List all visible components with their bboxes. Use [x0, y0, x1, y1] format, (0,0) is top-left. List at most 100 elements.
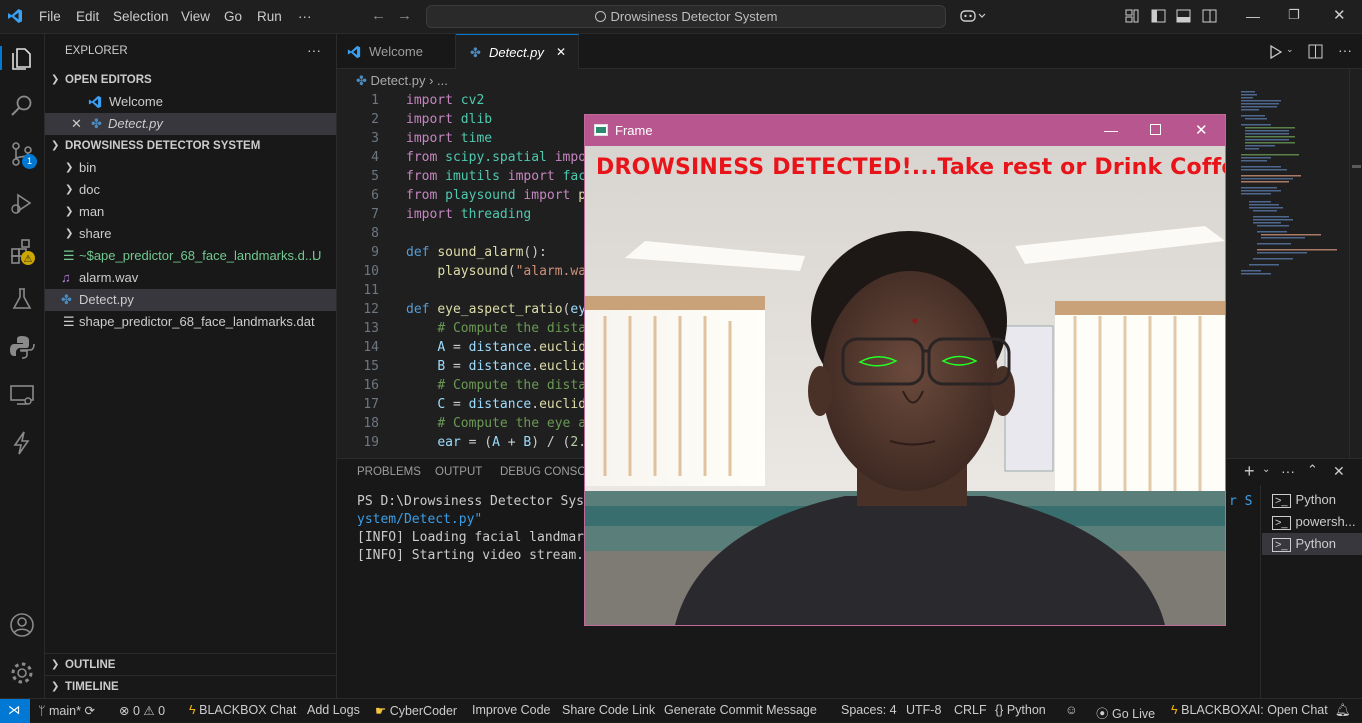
file-detect-py[interactable]: ✤ Detect.py	[45, 289, 336, 311]
layout-controls-icon[interactable]	[1125, 9, 1235, 24]
menu-view[interactable]: View	[181, 9, 210, 24]
encoding-indicator[interactable]: UTF-8	[906, 703, 941, 717]
scrollbar-marker	[1352, 165, 1361, 168]
open-editor-detect[interactable]: ✕ ✤ Detect.py	[45, 113, 336, 135]
tab-close-icon[interactable]: ✕	[556, 35, 566, 70]
frame-minimize-icon[interactable]: —	[1104, 115, 1118, 146]
folder-doc[interactable]: ❯ doc	[45, 179, 336, 201]
frame-title-bar[interactable]: Frame — ✕	[585, 115, 1225, 146]
breadcrumb-file[interactable]: Detect.py	[371, 73, 426, 88]
remote-explorer-icon[interactable]	[8, 381, 36, 409]
blackbox-chat-button[interactable]: ϟ BLACKBOX Chat	[189, 703, 296, 717]
terminal-instance-python-active[interactable]: >_ Python	[1262, 533, 1362, 555]
menu-run[interactable]: Run	[257, 9, 282, 24]
menu-selection[interactable]: Selection	[113, 9, 169, 24]
blackbox-bolt-icon[interactable]	[8, 429, 36, 457]
terminal-line: [INFO] Loading facial landmark pr	[357, 530, 616, 545]
chevron-down-icon[interactable]: ⌄	[1286, 44, 1294, 55]
file-shape-predictor[interactable]: ☰ shape_predictor_68_face_landmarks.dat	[45, 311, 336, 333]
minimize-icon[interactable]: —	[1246, 8, 1260, 24]
folder-share[interactable]: ❯ share	[45, 223, 336, 245]
blackboxai-open-chat-button[interactable]: ϟ BLACKBOXAI: Open Chat	[1171, 703, 1328, 717]
menu-more[interactable]: ···	[298, 9, 312, 24]
open-editor-label: Detect.py	[108, 116, 163, 131]
error-icon: ⊗	[119, 704, 130, 718]
tab-welcome[interactable]: Welcome	[337, 34, 456, 69]
tab-output[interactable]: OUTPUT	[435, 466, 482, 478]
eol-indicator[interactable]: CRLF	[954, 703, 987, 717]
code-line: from imutils import face	[406, 169, 594, 184]
frame-title: Frame	[615, 123, 653, 138]
menu-file[interactable]: File	[39, 9, 61, 24]
go-live-button[interactable]: ⦿ Go Live	[1096, 703, 1155, 722]
project-header[interactable]: ❯ DROWSINESS DETECTOR SYSTEM	[45, 135, 336, 157]
run-debug-icon[interactable]	[8, 189, 36, 217]
minimap[interactable]	[1237, 89, 1347, 299]
folder-bin[interactable]: ❯ bin	[45, 157, 336, 179]
restore-icon[interactable]: ❐	[1288, 7, 1300, 23]
testing-flask-icon[interactable]	[8, 285, 36, 313]
terminal-line: ystem/Detect.py"	[357, 512, 483, 527]
tab-problems[interactable]: PROBLEMS	[357, 466, 421, 478]
problems-indicator[interactable]: ⊗ 0 ⚠ 0	[119, 703, 165, 718]
copilot-icon[interactable]	[960, 8, 986, 24]
close-window-icon[interactable]: ✕	[1333, 6, 1346, 24]
frame-maximize-icon[interactable]	[1150, 124, 1161, 135]
editor-scrollbar[interactable]	[1349, 69, 1362, 458]
outline-header[interactable]: ❯ OUTLINE	[45, 653, 336, 675]
language-indicator[interactable]: {} Python	[995, 703, 1046, 717]
explorer-more-button[interactable]: ···	[307, 42, 321, 58]
code-line: A = distance.euclide	[437, 340, 594, 355]
webcam-view: DROWSINESS DETECTED!...Take rest or Drin…	[585, 146, 1225, 625]
indentation-indicator[interactable]: Spaces: 4	[841, 703, 897, 717]
remote-indicator[interactable]: ⋊	[0, 699, 30, 723]
menu-edit[interactable]: Edit	[76, 9, 99, 24]
generate-commit-button[interactable]: Generate Commit Message	[664, 703, 817, 717]
open-editors-header[interactable]: ❯ OPEN EDITORS	[45, 69, 336, 91]
improve-code-button[interactable]: Improve Code	[472, 703, 551, 717]
menu-go[interactable]: Go	[224, 9, 242, 24]
python-icon[interactable]	[8, 333, 36, 361]
close-panel-icon[interactable]: ✕	[1333, 463, 1345, 480]
chevron-right-icon: ❯	[65, 184, 74, 195]
search-view-icon[interactable]	[8, 92, 36, 120]
command-center-search[interactable]: Drowsiness Detector System	[426, 5, 946, 28]
chevron-down-icon[interactable]: ⌄	[1262, 464, 1270, 475]
cybercoder-button[interactable]: ☛ CyberCoder	[375, 703, 457, 718]
terminal-instance-python[interactable]: >_ Python	[1262, 489, 1362, 511]
run-file-icon[interactable]	[1268, 45, 1282, 59]
frame-close-icon[interactable]: ✕	[1195, 115, 1208, 146]
notifications-bell-icon[interactable]: 🔔︎	[1335, 703, 1351, 718]
line-number: 14	[363, 340, 379, 355]
branch-indicator[interactable]: ᛘ main* ⟳	[38, 703, 95, 718]
split-editor-icon[interactable]	[1308, 44, 1323, 59]
chevron-right-icon: ❯	[65, 228, 74, 239]
new-terminal-plus-icon[interactable]: +	[1244, 461, 1255, 482]
timeline-header[interactable]: ❯ TIMELINE	[45, 675, 336, 697]
tab-detect-py[interactable]: ✤ Detect.py ✕	[456, 34, 579, 69]
breadcrumb-rest[interactable]: ...	[437, 73, 448, 88]
copilot-status-icon[interactable]: ☺	[1065, 703, 1078, 717]
explorer-icon[interactable]	[8, 44, 36, 72]
back-arrow-icon[interactable]: ←	[371, 7, 386, 24]
file-temp-landmarks[interactable]: ☰ ~$ape_predictor_68_face_landmarks.d...…	[45, 245, 336, 267]
add-logs-button[interactable]: Add Logs	[307, 703, 360, 717]
terminal-instance-powershell[interactable]: >_ powersh...	[1262, 511, 1362, 533]
settings-gear-icon[interactable]	[8, 659, 36, 687]
file-label: ~$ape_predictor_68_face_landmarks.d...	[79, 248, 316, 263]
chevron-down-icon: ❯	[51, 140, 60, 151]
line-number: 7	[371, 207, 379, 222]
share-code-link-button[interactable]: Share Code Link	[562, 703, 655, 717]
shell-label: Python	[1295, 492, 1337, 507]
status-label: BLACKBOX Chat	[199, 703, 297, 717]
maximize-panel-icon[interactable]: ⌃	[1307, 462, 1318, 478]
panel-more-button[interactable]: ···	[1281, 463, 1295, 479]
open-editor-welcome[interactable]: Welcome	[45, 91, 336, 113]
account-icon[interactable]	[8, 611, 36, 639]
editor-more-button[interactable]: ···	[1338, 42, 1352, 58]
file-alarm-wav[interactable]: ♫ alarm.wav	[45, 267, 336, 289]
close-icon[interactable]: ✕	[71, 113, 82, 135]
forward-arrow-icon[interactable]: →	[397, 7, 412, 24]
folder-man[interactable]: ❯ man	[45, 201, 336, 223]
file-label: shape_predictor_68_face_landmarks.dat	[79, 314, 315, 329]
